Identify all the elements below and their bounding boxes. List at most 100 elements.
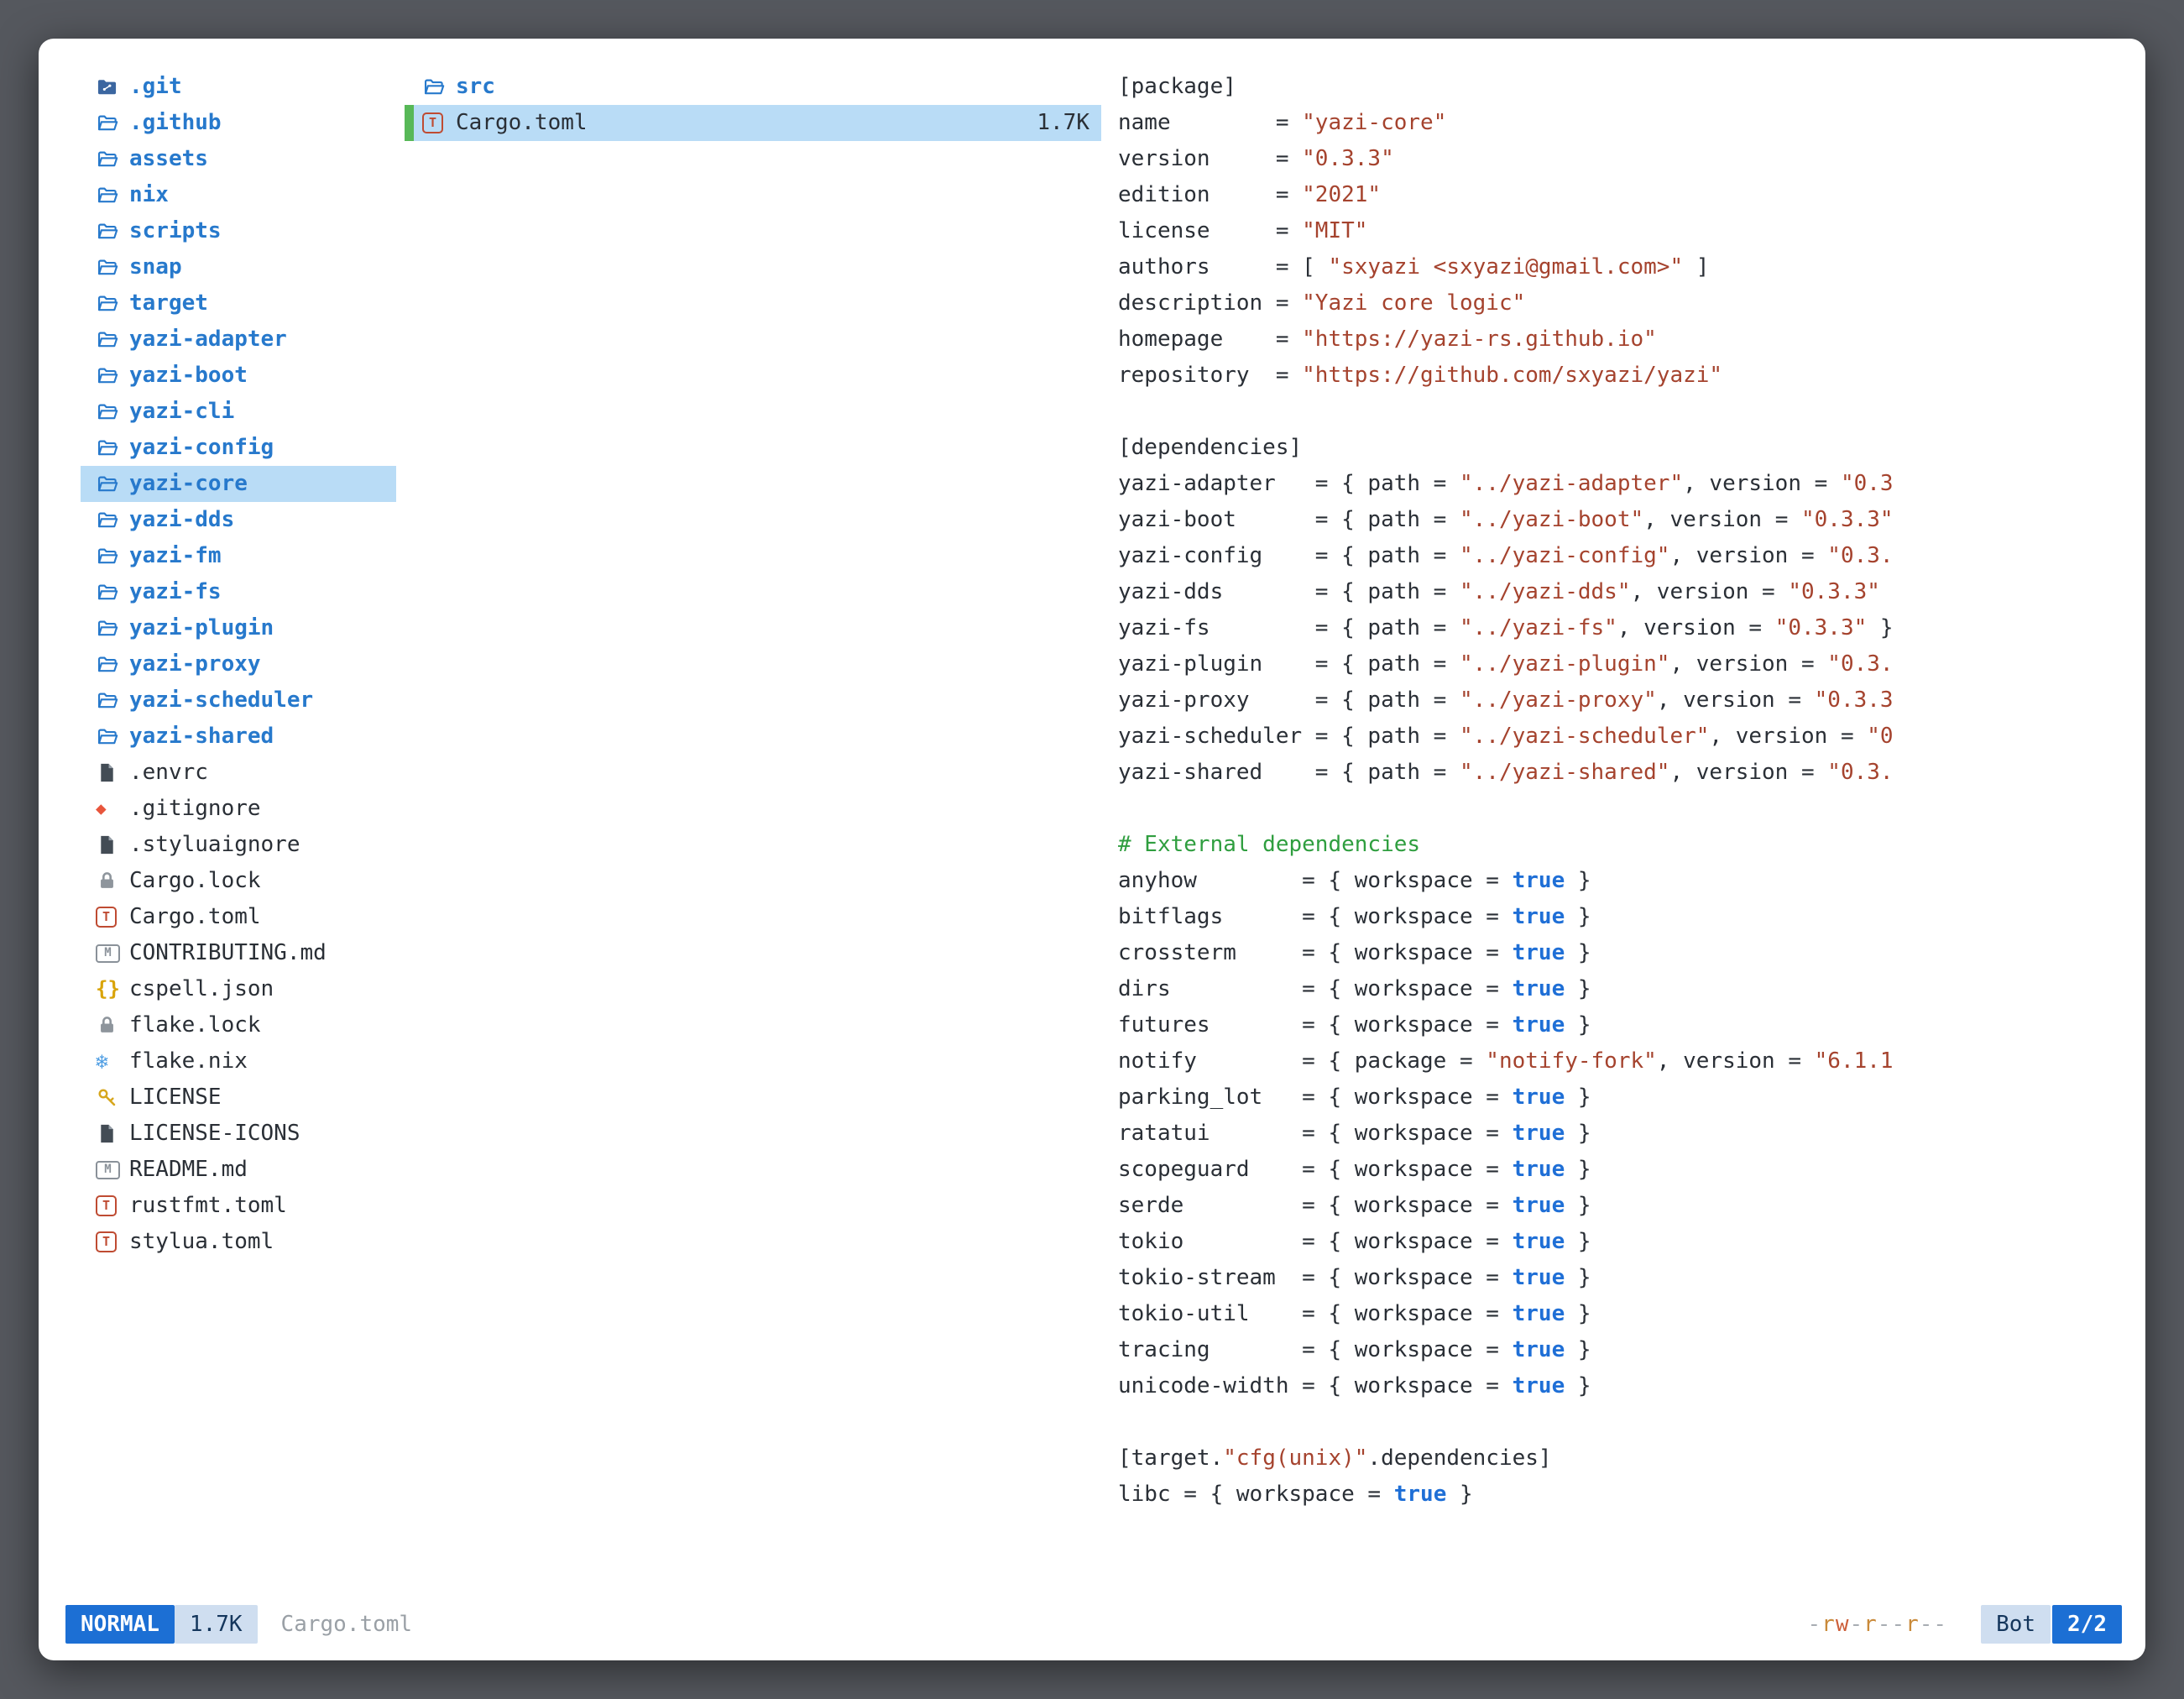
file-icon [96,1122,129,1145]
item-label: yazi-dds [129,502,234,538]
item-label: yazi-plugin [129,610,274,646]
preview-line: yazi-adapter = { path = "../yazi-adapter… [1118,466,2122,502]
file-item-Cargo.toml[interactable]: TCargo.toml1.7K [405,105,1101,141]
file-icon [96,834,129,856]
dir-item-src[interactable]: src [405,69,1101,105]
lock-icon [96,870,129,892]
item-label: scripts [129,213,222,249]
item-label: yazi-adapter [129,322,287,358]
preview-line: crossterm = { workspace = true } [1118,935,2122,971]
item-label: yazi-core [129,466,248,502]
folder-icon [96,400,129,423]
gitignore-icon: ◆ [96,791,129,827]
file-item-stylua.toml[interactable]: Tstylua.toml [81,1224,396,1260]
item-label: rustfmt.toml [129,1188,287,1224]
file-item-README.md[interactable]: MREADME.md [81,1152,396,1188]
dir-item-.github[interactable]: .github [81,105,396,141]
file-item-.gitignore[interactable]: ◆.gitignore [81,791,396,827]
item-label: yazi-fm [129,538,222,574]
item-size: 1.7K [1037,105,1101,141]
item-label: README.md [129,1152,248,1188]
folder-icon [96,617,129,640]
item-label: yazi-boot [129,358,248,394]
dir-item-snap[interactable]: snap [81,249,396,285]
preview-line: yazi-plugin = { path = "../yazi-plugin",… [1118,646,2122,682]
file-item-flake.lock[interactable]: flake.lock [81,1007,396,1043]
file-preview-pane[interactable]: [package]name = "yazi-core"version = "0.… [1118,69,2122,1602]
dir-item-yazi-fm[interactable]: yazi-fm [81,538,396,574]
lock-icon [96,1014,129,1037]
file-item-.styluaignore[interactable]: .styluaignore [81,827,396,863]
item-label: .gitignore [129,791,261,827]
preview-line: dirs = { workspace = true } [1118,971,2122,1007]
item-label: .github [129,105,222,141]
folder-icon [96,148,129,170]
dir-item-nix[interactable]: nix [81,177,396,213]
permissions-text: -rw-r--r-- [1808,1612,1948,1637]
dir-item-scripts[interactable]: scripts [81,213,396,249]
preview-line: notify = { package = "notify-fork", vers… [1118,1043,2122,1080]
preview-line: tokio-util = { workspace = true } [1118,1296,2122,1332]
folder-icon [96,581,129,604]
dir-item-yazi-config[interactable]: yazi-config [81,430,396,466]
item-label: Cargo.lock [129,863,261,899]
item-label: flake.nix [129,1043,248,1080]
folder-icon [96,653,129,676]
file-item-Cargo.lock[interactable]: Cargo.lock [81,863,396,899]
item-label: CONTRIBUTING.md [129,935,327,971]
file-item-Cargo.toml[interactable]: TCargo.toml [81,899,396,935]
dir-item-yazi-scheduler[interactable]: yazi-scheduler [81,682,396,719]
dir-item-yazi-plugin[interactable]: yazi-plugin [81,610,396,646]
git-folder-icon [96,76,129,98]
dir-item-.git[interactable]: .git [81,69,396,105]
folder-icon [96,220,129,243]
dir-item-yazi-core[interactable]: yazi-core [81,466,396,502]
nix-icon: ❄ [96,1043,129,1080]
preview-line: yazi-config = { path = "../yazi-config",… [1118,538,2122,574]
folder-icon [96,545,129,567]
preview-line: yazi-dds = { path = "../yazi-dds", versi… [1118,574,2122,610]
dir-item-target[interactable]: target [81,285,396,322]
file-manager-window: .git.githubassetsnixscriptssnaptargetyaz… [39,39,2145,1660]
file-item-CONTRIBUTING.md[interactable]: MCONTRIBUTING.md [81,935,396,971]
dir-item-yazi-boot[interactable]: yazi-boot [81,358,396,394]
file-item-.envrc[interactable]: .envrc [81,755,396,791]
page-indicator-badge: 2/2 [2052,1605,2122,1644]
file-item-rustfmt.toml[interactable]: Trustfmt.toml [81,1188,396,1224]
preview-line: repository = "https://github.com/sxyazi/… [1118,358,2122,394]
dir-item-yazi-adapter[interactable]: yazi-adapter [81,322,396,358]
item-label: assets [129,141,208,177]
item-label: yazi-config [129,430,274,466]
preview-line: parking_lot = { workspace = true } [1118,1080,2122,1116]
preview-line: tokio = { workspace = true } [1118,1224,2122,1260]
item-label: snap [129,249,182,285]
file-item-LICENSE-ICONS[interactable]: LICENSE-ICONS [81,1116,396,1152]
item-label: src [456,69,495,105]
preview-line: license = "MIT" [1118,213,2122,249]
preview-line: futures = { workspace = true } [1118,1007,2122,1043]
dir-item-yazi-cli[interactable]: yazi-cli [81,394,396,430]
dir-item-yazi-proxy[interactable]: yazi-proxy [81,646,396,682]
toml-icon: T [96,907,129,928]
toml-icon: T [96,1231,129,1252]
file-item-flake.nix[interactable]: ❄flake.nix [81,1043,396,1080]
item-label: LICENSE [129,1080,222,1116]
item-label: .git [129,69,182,105]
dir-item-yazi-dds[interactable]: yazi-dds [81,502,396,538]
item-label: flake.lock [129,1007,261,1043]
preview-line: yazi-boot = { path = "../yazi-boot", ver… [1118,502,2122,538]
file-item-LICENSE[interactable]: LICENSE [81,1080,396,1116]
folder-icon [96,364,129,387]
file-item-cspell.json[interactable]: {}cspell.json [81,971,396,1007]
preview-line: anyhow = { workspace = true } [1118,863,2122,899]
preview-line: serde = { workspace = true } [1118,1188,2122,1224]
dir-item-yazi-shared[interactable]: yazi-shared [81,719,396,755]
scroll-position-badge: Bot [1981,1605,2051,1644]
dir-item-yazi-fs[interactable]: yazi-fs [81,574,396,610]
dir-item-assets[interactable]: assets [81,141,396,177]
preview-line: bitflags = { workspace = true } [1118,899,2122,935]
selection-marker [405,105,414,141]
file-size-badge: 1.7K [175,1605,258,1644]
folder-icon [422,76,456,98]
preview-line: tracing = { workspace = true } [1118,1332,2122,1368]
